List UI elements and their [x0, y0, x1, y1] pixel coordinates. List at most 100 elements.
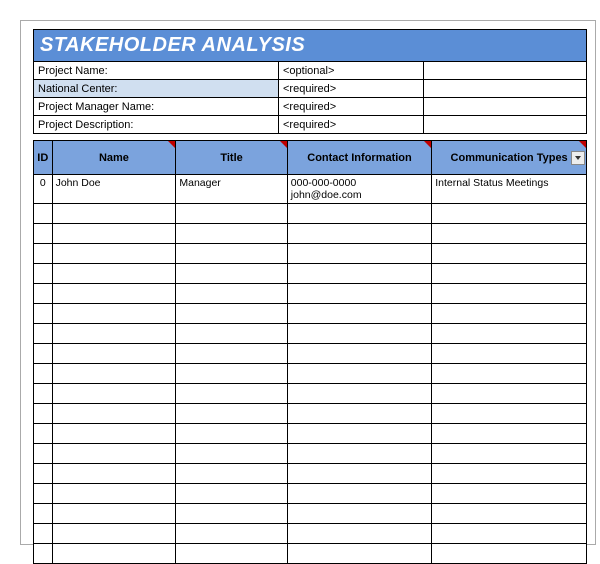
cell-contact[interactable] [287, 444, 431, 464]
comment-indicator-icon[interactable] [280, 141, 287, 148]
cell-comm[interactable] [432, 244, 587, 264]
cell-comm[interactable] [432, 424, 587, 444]
cell-id[interactable]: 0 [34, 175, 53, 204]
cell-comm[interactable] [432, 344, 587, 364]
cell-comm[interactable]: Internal Status Meetings [432, 175, 587, 204]
cell-contact[interactable] [287, 464, 431, 484]
cell-contact[interactable]: 000-000-0000john@doe.com [287, 175, 431, 204]
cell-comm[interactable] [432, 404, 587, 424]
cell-name[interactable] [52, 464, 176, 484]
cell-contact[interactable] [287, 364, 431, 384]
cell-title[interactable] [176, 344, 287, 364]
cell-contact[interactable] [287, 424, 431, 444]
cell-title[interactable] [176, 524, 287, 544]
cell-title[interactable] [176, 504, 287, 524]
col-header-contact[interactable]: Contact Information [287, 141, 431, 175]
cell-name[interactable] [52, 384, 176, 404]
comment-indicator-icon[interactable] [424, 141, 431, 148]
cell-name[interactable] [52, 504, 176, 524]
cell-comm[interactable] [432, 364, 587, 384]
cell-comm[interactable] [432, 504, 587, 524]
cell-name[interactable] [52, 444, 176, 464]
cell-comm[interactable] [432, 324, 587, 344]
cell-comm[interactable] [432, 264, 587, 284]
cell-contact[interactable] [287, 344, 431, 364]
cell-contact[interactable] [287, 484, 431, 504]
cell-title[interactable] [176, 424, 287, 444]
cell-id[interactable] [34, 284, 53, 304]
cell-title[interactable] [176, 204, 287, 224]
cell-comm[interactable] [432, 484, 587, 504]
cell-title[interactable] [176, 464, 287, 484]
cell-contact[interactable] [287, 204, 431, 224]
cell-contact[interactable] [287, 504, 431, 524]
cell-name[interactable] [52, 284, 176, 304]
project-manager-extra[interactable] [424, 98, 587, 116]
cell-name[interactable] [52, 544, 176, 564]
cell-name[interactable] [52, 324, 176, 344]
cell-contact[interactable] [287, 524, 431, 544]
cell-name[interactable] [52, 224, 176, 244]
col-header-id[interactable]: ID [34, 141, 53, 175]
cell-id[interactable] [34, 484, 53, 504]
cell-id[interactable] [34, 324, 53, 344]
cell-contact[interactable] [287, 324, 431, 344]
col-header-comm[interactable]: Communication Types [432, 141, 587, 175]
cell-contact[interactable] [287, 384, 431, 404]
cell-comm[interactable] [432, 444, 587, 464]
cell-name[interactable] [52, 244, 176, 264]
cell-id[interactable] [34, 444, 53, 464]
project-description-extra[interactable] [424, 116, 587, 134]
cell-name[interactable] [52, 484, 176, 504]
cell-contact[interactable] [287, 264, 431, 284]
cell-name[interactable] [52, 344, 176, 364]
cell-contact[interactable] [287, 304, 431, 324]
project-name-value[interactable]: <optional> [279, 62, 424, 80]
cell-id[interactable] [34, 204, 53, 224]
col-header-title[interactable]: Title [176, 141, 287, 175]
cell-name[interactable] [52, 404, 176, 424]
cell-comm[interactable] [432, 284, 587, 304]
cell-title[interactable] [176, 324, 287, 344]
cell-id[interactable] [34, 524, 53, 544]
cell-title[interactable]: Manager [176, 175, 287, 204]
cell-contact[interactable] [287, 224, 431, 244]
cell-contact[interactable] [287, 244, 431, 264]
cell-title[interactable] [176, 404, 287, 424]
cell-comm[interactable] [432, 304, 587, 324]
cell-id[interactable] [34, 404, 53, 424]
project-name-extra[interactable] [424, 62, 587, 80]
cell-id[interactable] [34, 344, 53, 364]
cell-id[interactable] [34, 264, 53, 284]
cell-title[interactable] [176, 484, 287, 504]
comment-indicator-icon[interactable] [168, 141, 175, 148]
cell-name[interactable] [52, 524, 176, 544]
cell-comm[interactable] [432, 224, 587, 244]
cell-comm[interactable] [432, 464, 587, 484]
cell-contact[interactable] [287, 284, 431, 304]
filter-dropdown-icon[interactable] [571, 151, 585, 165]
cell-title[interactable] [176, 384, 287, 404]
cell-comm[interactable] [432, 544, 587, 564]
cell-title[interactable] [176, 244, 287, 264]
cell-id[interactable] [34, 424, 53, 444]
cell-contact[interactable] [287, 404, 431, 424]
cell-title[interactable] [176, 444, 287, 464]
cell-id[interactable] [34, 364, 53, 384]
cell-id[interactable] [34, 384, 53, 404]
national-center-extra[interactable] [424, 80, 587, 98]
comment-indicator-icon[interactable] [579, 141, 586, 148]
national-center-value[interactable]: <required> [279, 80, 424, 98]
cell-comm[interactable] [432, 204, 587, 224]
cell-title[interactable] [176, 304, 287, 324]
project-description-value[interactable]: <required> [279, 116, 424, 134]
project-manager-value[interactable]: <required> [279, 98, 424, 116]
cell-name[interactable] [52, 364, 176, 384]
cell-name[interactable] [52, 304, 176, 324]
cell-id[interactable] [34, 224, 53, 244]
col-header-name[interactable]: Name [52, 141, 176, 175]
cell-name[interactable] [52, 424, 176, 444]
cell-title[interactable] [176, 544, 287, 564]
cell-contact[interactable] [287, 544, 431, 564]
cell-id[interactable] [34, 504, 53, 524]
